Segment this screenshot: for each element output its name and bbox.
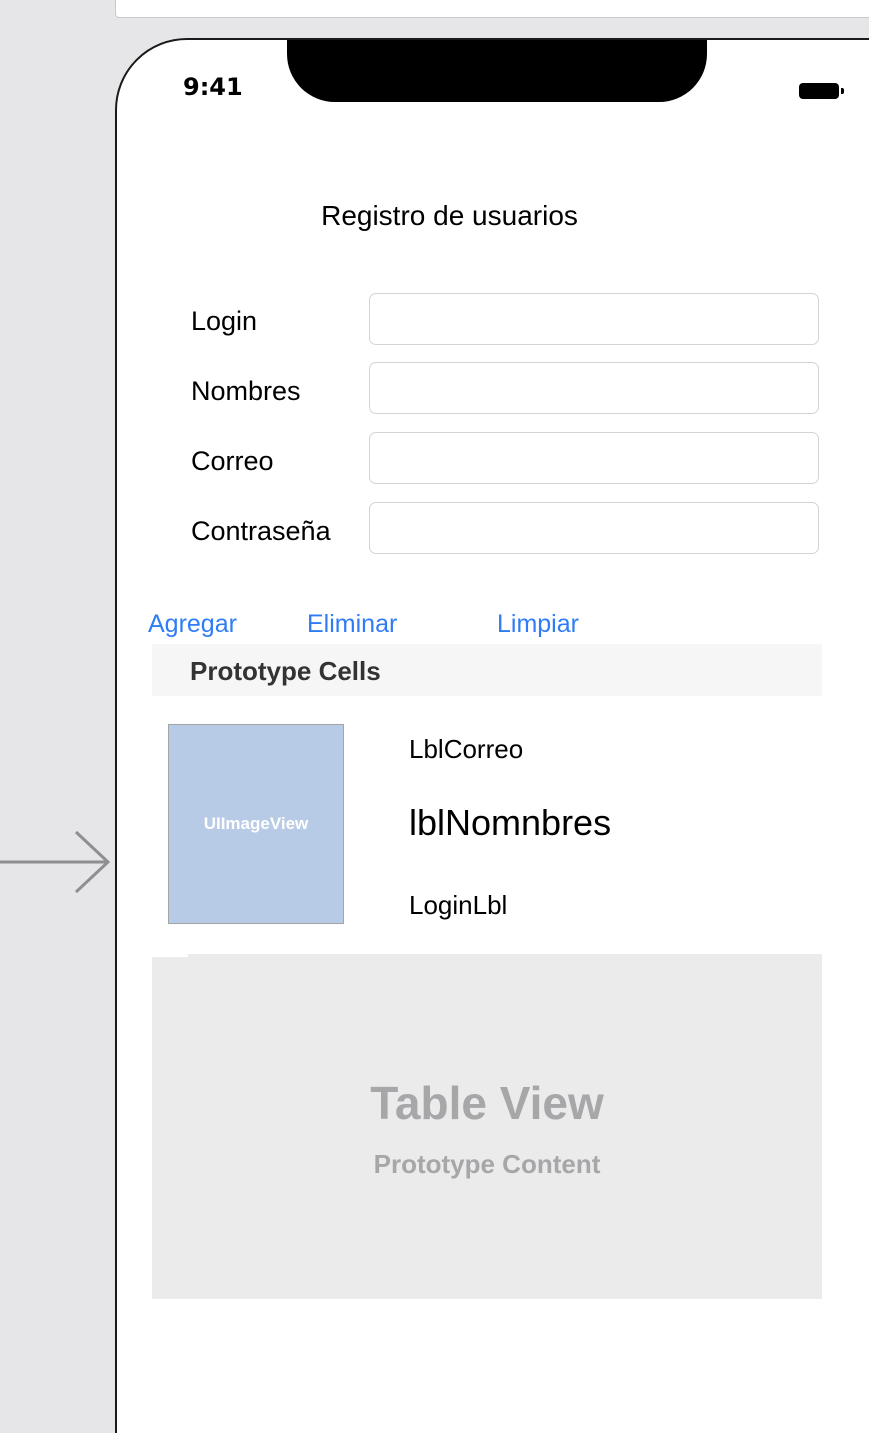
nombres-label: Nombres [191, 376, 301, 406]
clear-button[interactable]: Limpiar [497, 610, 579, 639]
image-view-label: UIImageView [203, 814, 309, 833]
status-time: 9:41 [183, 73, 243, 101]
correo-cell-label: LblCorreo [409, 734, 524, 764]
separator-gap [152, 954, 188, 957]
iphone-scene[interactable]: 9:41 Registro de usuarios Login Nombres … [115, 38, 869, 1433]
table-view-placeholder[interactable]: Table View Prototype Content [152, 954, 822, 1299]
arrow-right-icon [0, 830, 111, 894]
login-cell-label: LoginLbl [409, 890, 508, 920]
battery-icon [799, 83, 844, 99]
nombres-cell-label: lblNomnbres [409, 802, 612, 843]
storyboard-canvas: 9:41 Registro de usuarios Login Nombres … [0, 0, 869, 1433]
login-input[interactable] [369, 293, 819, 345]
section-header-label: Prototype Cells [190, 656, 381, 686]
login-label: Login [191, 306, 258, 336]
device-notch [287, 40, 707, 102]
prototype-cell[interactable]: UIImageView LblCorreo lblNomnbres LoginL… [152, 696, 822, 954]
contrasena-label: Contraseña [191, 516, 331, 546]
correo-label: Correo [191, 446, 274, 476]
table-section-header: Prototype Cells [152, 644, 822, 696]
previous-scene-edge [115, 0, 869, 18]
add-button[interactable]: Agregar [148, 610, 237, 639]
nombres-input[interactable] [369, 362, 819, 414]
image-view-placeholder[interactable]: UIImageView [168, 724, 344, 924]
correo-input[interactable] [369, 432, 819, 484]
screen-title: Registro de usuarios [321, 200, 578, 231]
table-view-subtitle: Prototype Content [373, 1149, 601, 1179]
table-view-title: Table View [370, 1077, 604, 1129]
contrasena-input[interactable] [369, 502, 819, 554]
delete-button[interactable]: Eliminar [307, 610, 397, 639]
